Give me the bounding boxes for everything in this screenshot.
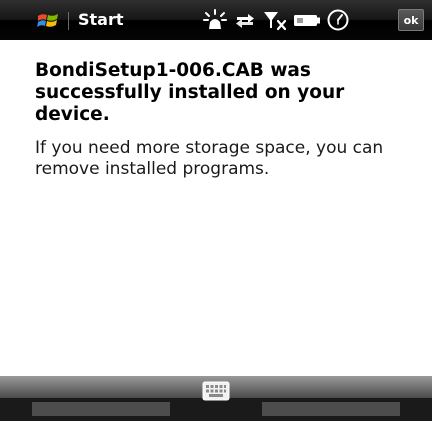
right-softkey[interactable] [262,402,400,416]
clock-icon[interactable] [325,9,351,31]
dialog-content: BondiSetup1-006.CAB was successfully ins… [35,60,415,180]
notification-star-icon[interactable] [203,9,227,31]
storage-message: If you need more storage space, you can … [35,138,384,179]
windows-flag-icon [37,14,58,27]
start-separator [68,12,69,30]
install-success-heading: BondiSetup1-006.CAB was successfully ins… [35,60,345,125]
keyboard-icon[interactable] [202,381,230,401]
left-softkey[interactable] [32,402,170,416]
signal-off-icon[interactable] [263,9,289,31]
connectivity-arrows-icon[interactable] [233,9,257,31]
menu-bar [0,376,432,421]
start-label: Start [78,10,124,29]
title-bar: Start ok [0,0,432,40]
battery-icon[interactable] [293,9,323,31]
ok-button[interactable]: ok [398,9,424,31]
start-button[interactable]: Start [0,0,140,40]
